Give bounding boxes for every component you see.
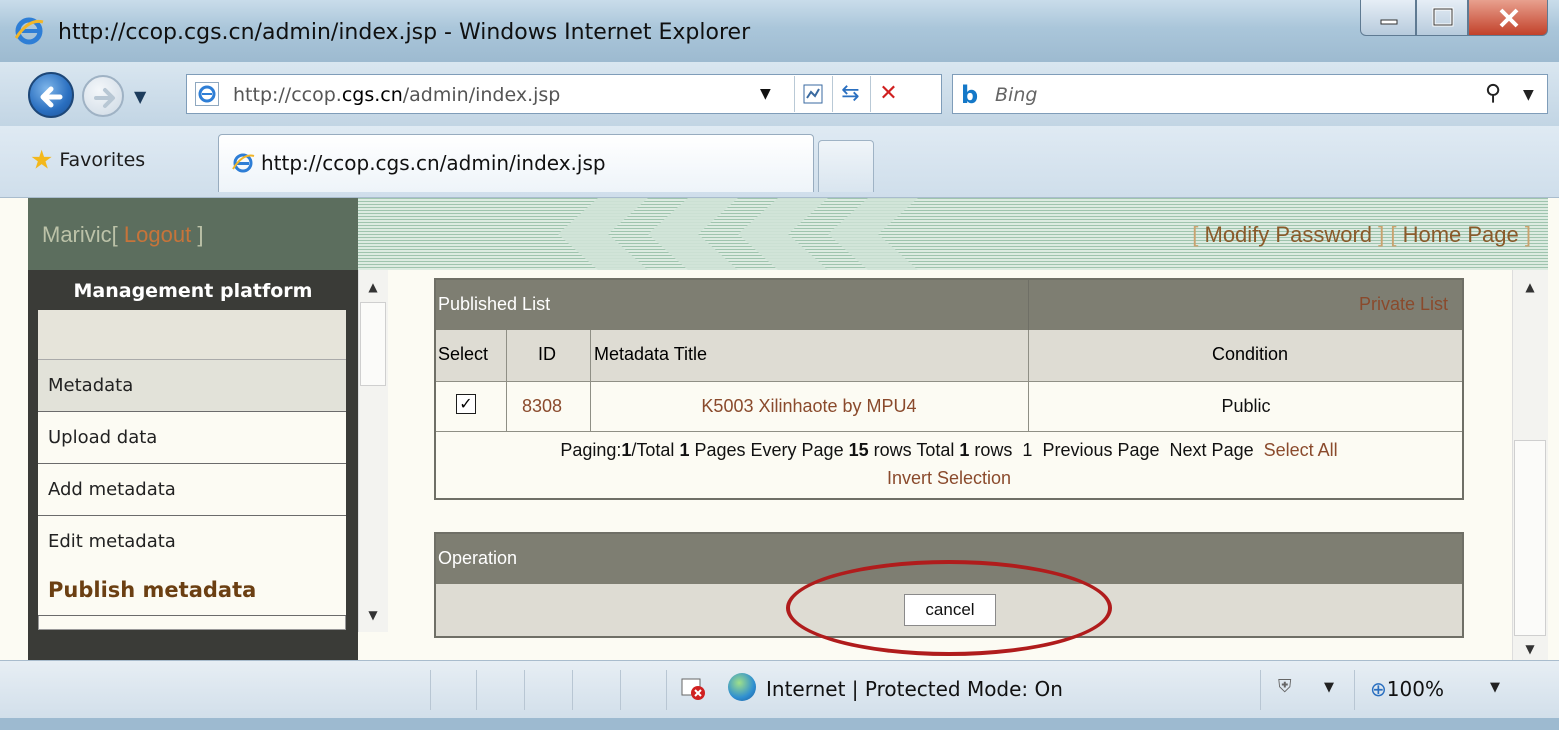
sidebar-title: Management platform xyxy=(73,280,313,302)
panel-title: Operation xyxy=(438,548,518,568)
maximize-button[interactable] xyxy=(1416,0,1468,36)
panel-header: Published List Private List xyxy=(436,280,1462,330)
home-page-link[interactable]: Home Page xyxy=(1403,222,1519,247)
table-header-row: Select ID Metadata Title Condition xyxy=(436,330,1462,382)
total-rows: 1 xyxy=(959,440,970,460)
invert-selection-link[interactable]: Invert Selection xyxy=(887,468,1011,488)
paging-text: rows xyxy=(974,440,1013,460)
select-all-link[interactable]: Select All xyxy=(1264,440,1338,460)
zoom-dropdown-icon[interactable]: ▼ xyxy=(1490,680,1500,695)
bracket: [ xyxy=(1192,222,1205,247)
sidebar-item-publish-metadata[interactable]: Publish metadata xyxy=(38,566,346,616)
bracket: ] xyxy=(191,222,204,247)
private-list-link[interactable]: Private List xyxy=(1359,294,1448,315)
forward-button[interactable] xyxy=(82,75,124,117)
internet-zone-icon xyxy=(728,673,756,701)
column-header-id: ID xyxy=(538,344,556,364)
tab-active[interactable]: http://ccop.cgs.cn/admin/index.jsp xyxy=(218,134,814,192)
maximize-icon xyxy=(1432,7,1454,27)
close-icon xyxy=(1499,8,1519,28)
paging-text: /Total xyxy=(631,440,675,460)
stop-icon[interactable]: ✕ xyxy=(870,76,906,112)
search-box[interactable]: b Bing ⚲ ▼ xyxy=(952,74,1548,114)
zoom-level[interactable]: ⊕100% xyxy=(1370,677,1444,701)
minimize-button[interactable] xyxy=(1360,0,1416,36)
recent-pages-dropdown[interactable]: ▼ xyxy=(134,87,146,106)
sidebar-item-metadata[interactable]: Metadata xyxy=(38,360,346,412)
bracket: [ xyxy=(111,222,124,247)
row-title-link[interactable]: K5003 Xilinhaote by MPU4 xyxy=(590,396,1028,417)
forward-arrow-icon xyxy=(94,88,115,108)
published-list-panel: Published List Private List Select ID Me… xyxy=(434,278,1464,500)
table-row: ✓ 8308 K5003 Xilinhaote by MPU4 Public xyxy=(436,382,1462,432)
scroll-down-icon[interactable]: ▼ xyxy=(1518,642,1542,656)
tab-title: http://ccop.cgs.cn/admin/index.jsp xyxy=(261,151,606,175)
sidebar-item-add-metadata[interactable]: Add metadata xyxy=(38,464,346,516)
row-id: 8308 xyxy=(522,396,563,416)
next-page-link[interactable]: Next Page xyxy=(1170,440,1254,460)
minimize-icon xyxy=(1380,19,1398,25)
favorites-button[interactable]: ★ Favorites xyxy=(30,140,145,180)
search-input[interactable]: Bing xyxy=(995,84,1037,106)
previous-page-link[interactable]: Previous Page xyxy=(1042,440,1159,460)
scroll-up-icon[interactable]: ▲ xyxy=(1518,280,1542,294)
protected-mode-icon[interactable]: ⛨ xyxy=(1278,676,1292,697)
sidebar-scroll-thumb[interactable] xyxy=(360,302,386,386)
page-link[interactable]: 1 xyxy=(1022,440,1032,460)
close-button[interactable] xyxy=(1468,0,1548,36)
row-condition: Public xyxy=(1221,396,1271,416)
bracket: ] [ xyxy=(1372,222,1403,247)
sidebar-item-edit-metadata[interactable]: Edit metadata xyxy=(38,516,346,568)
address-dropdown[interactable]: ▼ xyxy=(760,86,771,102)
security-zone-text[interactable]: Internet | Protected Mode: On xyxy=(766,677,1063,701)
column-header-condition: Condition xyxy=(1212,344,1289,364)
sidebar-item-upload-data[interactable]: Upload data xyxy=(38,412,346,464)
rows-per-page: 15 xyxy=(848,440,869,460)
paging-label: Paging: xyxy=(560,440,622,460)
logout-link[interactable]: Logout xyxy=(124,222,191,247)
modify-password-link[interactable]: Modify Password xyxy=(1205,222,1373,247)
ie-logo-icon xyxy=(14,17,44,45)
column-header-title: Metadata Title xyxy=(594,344,708,364)
ie-page-icon xyxy=(232,153,255,173)
paging-text: Pages Every Page xyxy=(694,440,844,460)
star-icon: ★ xyxy=(30,145,54,176)
compatibility-view-icon[interactable] xyxy=(794,76,830,112)
scroll-up-icon[interactable]: ▲ xyxy=(361,280,385,294)
user-info: Marivic[ Logout ] xyxy=(42,222,203,248)
favorites-label: Favorites xyxy=(59,149,146,171)
browser-window: http://ccop.cgs.cn/admin/index.jsp - Win… xyxy=(0,0,1559,730)
address-url[interactable]: http://ccop.cgs.cn/admin/index.jsp xyxy=(233,84,560,106)
popup-blocked-icon[interactable] xyxy=(680,675,706,701)
zoom-icon: ⊕ xyxy=(1370,677,1387,701)
total-pages: 1 xyxy=(679,440,690,460)
panel-title: Published List xyxy=(438,294,551,314)
column-header-select: Select xyxy=(438,344,489,364)
dropdown-icon[interactable]: ▼ xyxy=(1324,680,1334,695)
scroll-down-icon[interactable]: ▼ xyxy=(361,608,385,622)
search-options-dropdown[interactable]: ▼ xyxy=(1523,87,1534,103)
window-title: http://ccop.cgs.cn/admin/index.jsp - Win… xyxy=(58,20,751,45)
page-scroll-thumb[interactable] xyxy=(1514,440,1546,636)
header-links: [ Modify Password ] [ Home Page ] xyxy=(1192,222,1531,248)
username: Marivic xyxy=(42,222,112,247)
current-page: 1 xyxy=(621,440,632,460)
refresh-icon[interactable]: ⇆ xyxy=(832,76,868,112)
paging-bar: Paging:1/Total 1 Pages Every Page 15 row… xyxy=(436,436,1462,492)
back-button[interactable] xyxy=(28,72,74,118)
bracket: ] xyxy=(1518,222,1531,247)
zoom-value: 100% xyxy=(1386,677,1444,701)
highlight-annotation xyxy=(786,560,1112,656)
search-icon[interactable]: ⚲ xyxy=(1485,81,1501,106)
paging-text: rows Total xyxy=(873,440,955,460)
side-menu-header xyxy=(38,310,346,360)
back-arrow-icon xyxy=(40,86,63,108)
bing-logo-icon: b xyxy=(961,81,979,109)
row-checkbox[interactable]: ✓ xyxy=(456,394,476,414)
new-tab-button[interactable] xyxy=(818,140,874,192)
page-icon xyxy=(195,82,219,106)
window-frame-bottom xyxy=(0,718,1559,730)
